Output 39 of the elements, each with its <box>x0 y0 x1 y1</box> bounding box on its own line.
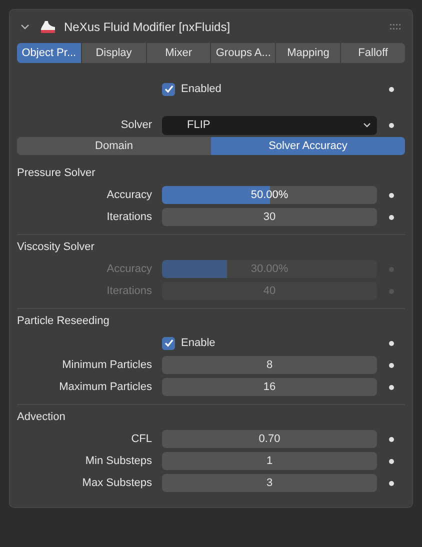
checkbox[interactable] <box>162 82 175 96</box>
checkbox-label: Enable <box>181 336 216 351</box>
number-field[interactable]: 16 <box>162 378 377 396</box>
number-field[interactable]: 3 <box>162 474 377 492</box>
number-field[interactable]: 1 <box>162 452 377 470</box>
field-label: Solver <box>120 118 152 131</box>
chevron-icon <box>363 122 371 128</box>
number-field[interactable]: 30 <box>162 208 377 226</box>
fluid-modifier-icon <box>40 20 56 34</box>
checkbox[interactable] <box>162 336 175 350</box>
section-heading: Particle Reseeding <box>17 314 110 329</box>
chevron-icon[interactable] <box>20 22 30 32</box>
number-field[interactable]: 8 <box>162 356 377 374</box>
tab[interactable]: Mapping <box>276 43 340 63</box>
panel-title: NeXus Fluid Modifier [nxFluids] <box>64 19 230 36</box>
tab[interactable]: Object Pr... <box>17 43 81 63</box>
solver-dropdown[interactable]: FLIP <box>162 116 377 134</box>
number-field[interactable]: 0.70 <box>162 430 377 448</box>
section-heading: Viscosity Solver <box>17 240 94 255</box>
field-label: Iterations <box>106 210 152 223</box>
field-label: Accuracy <box>106 262 152 275</box>
section-heading: Advection <box>17 410 66 425</box>
field-label: Min Substeps <box>85 454 152 467</box>
tab[interactable]: Domain <box>17 137 211 155</box>
field-label: Iterations <box>106 284 152 297</box>
tab[interactable]: Display <box>82 43 146 63</box>
grip-icon[interactable] <box>390 24 402 30</box>
checkbox-label: Enabled <box>181 82 222 97</box>
tab[interactable]: Solver Accuracy <box>211 137 405 155</box>
field-label: Accuracy <box>106 188 152 201</box>
tab[interactable]: Mixer <box>146 43 210 63</box>
field-label: Minimum Particles <box>62 358 152 371</box>
slider[interactable]: 50.00% <box>162 186 377 204</box>
tab[interactable]: Falloff <box>341 43 405 63</box>
tab[interactable]: Groups A... <box>211 43 276 63</box>
field-label: Maximum Particles <box>59 380 152 393</box>
field-label: Max Substeps <box>82 476 152 489</box>
field-label: CFL <box>131 432 152 445</box>
section-heading: Pressure Solver <box>17 166 96 181</box>
